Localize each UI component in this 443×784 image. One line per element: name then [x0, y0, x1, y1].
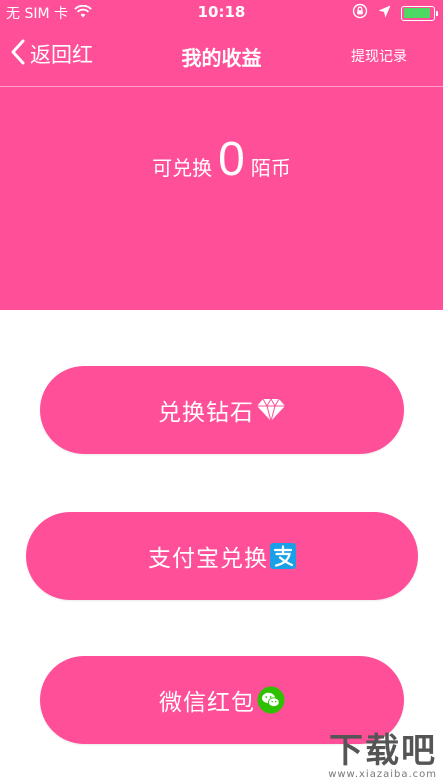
exchange-diamond-button[interactable]: 兑换钻石	[40, 366, 404, 454]
alipay-exchange-label: 支付宝兑换	[148, 546, 268, 572]
balance-prefix: 可兑换	[152, 156, 213, 180]
alipay-icon	[270, 543, 296, 569]
nav-divider	[0, 86, 443, 87]
earnings-header: 无 SIM 卡 10:18 返回红 我的收益 提现记录 可兑换 0 陌币	[0, 0, 443, 310]
orientation-lock-icon	[352, 3, 368, 23]
battery-fill	[403, 8, 430, 18]
wechat-icon	[257, 686, 285, 714]
watermark: 下载吧 www.xiazaiba.com	[328, 733, 437, 780]
watermark-url: www.xiazaiba.com	[328, 769, 437, 780]
navigation-bar: 返回红 我的收益 提现记录	[0, 28, 443, 84]
location-arrow-icon	[378, 5, 391, 22]
status-bar: 无 SIM 卡 10:18	[0, 0, 443, 24]
watermark-logo: 下载吧	[329, 731, 437, 771]
exchange-diamond-label: 兑换钻石	[158, 400, 254, 426]
withdrawal-history-link[interactable]: 提现记录	[351, 46, 407, 66]
status-right	[352, 3, 438, 23]
alipay-exchange-button[interactable]: 支付宝兑换	[26, 512, 418, 600]
diamond-icon	[256, 398, 286, 422]
balance-display: 可兑换 0 陌币	[0, 136, 443, 184]
balance-value: 0	[218, 133, 245, 186]
balance-unit: 陌币	[250, 156, 291, 180]
battery-icon	[401, 5, 438, 21]
wechat-red-packet-label: 微信红包	[159, 690, 255, 716]
